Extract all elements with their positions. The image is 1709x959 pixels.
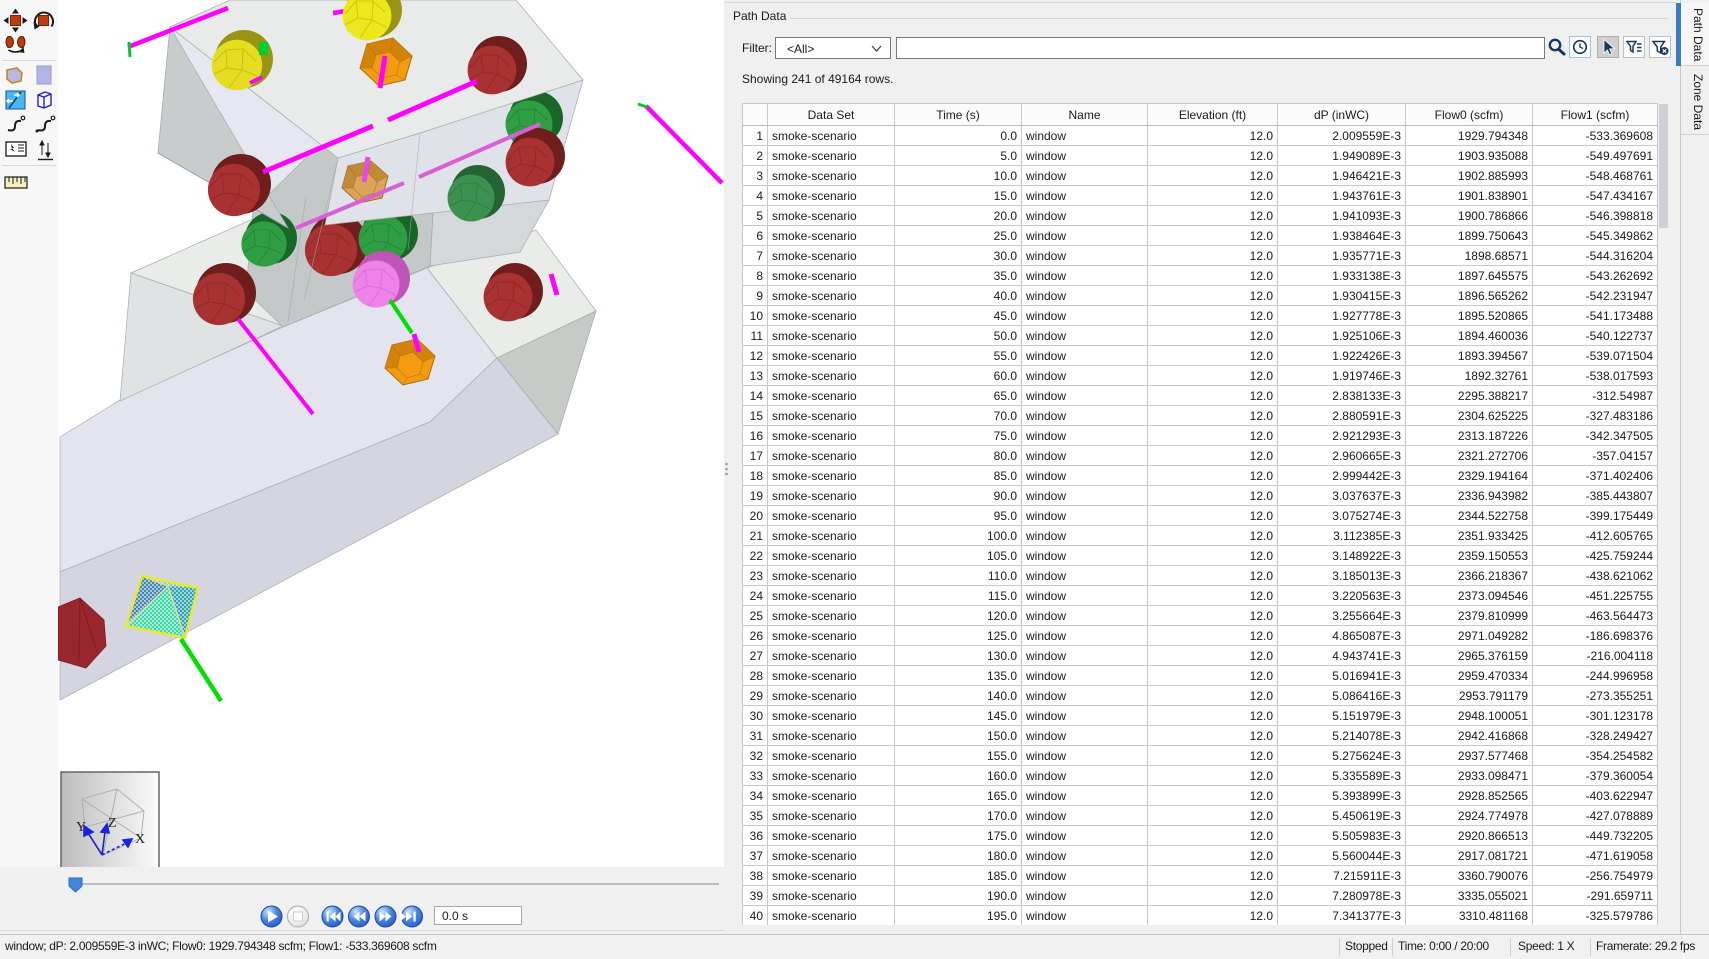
svg-text:X: X bbox=[135, 832, 145, 847]
svg-text:Y: Y bbox=[76, 820, 86, 835]
svg-text:Z: Z bbox=[108, 816, 117, 831]
